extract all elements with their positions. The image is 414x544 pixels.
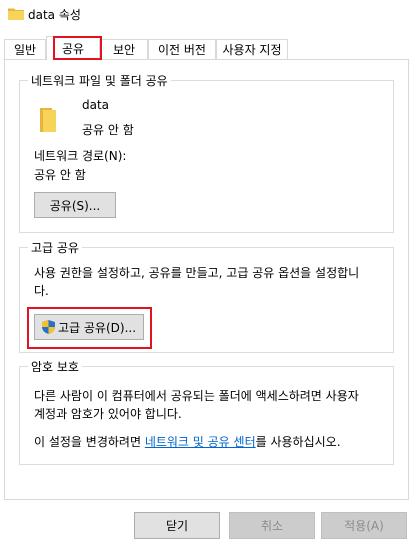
- password-group-title: 암호 보호: [28, 358, 82, 375]
- password-line3-suffix: 를 사용하십시오.: [255, 435, 341, 449]
- advanced-share-group-title: 고급 공유: [28, 239, 82, 256]
- folder-name: data: [82, 98, 110, 112]
- network-share-group-title: 네트워크 파일 및 폴더 공유: [28, 72, 171, 89]
- advanced-share-description-line2: 다.: [34, 284, 49, 298]
- share-status: 공유 안 함: [82, 123, 134, 137]
- cancel-button[interactable]: 취소: [229, 512, 315, 539]
- network-sharing-center-link[interactable]: 네트워크 및 공유 센터: [145, 435, 256, 449]
- network-path-label: 네트워크 경로(N):: [34, 149, 127, 163]
- tab-customize[interactable]: 사용자 지정: [216, 39, 288, 59]
- advanced-share-group: 고급 공유 사용 권한을 설정하고, 공유를 만들고, 고급 공유 옵션을 설정…: [19, 239, 394, 353]
- password-description-line1: 다른 사람이 이 컴퓨터에서 공유되는 폴더에 액세스하려면 사용자: [34, 389, 359, 403]
- title-bar: data 속성: [0, 0, 414, 28]
- network-share-group: 네트워크 파일 및 폴더 공유 data 공유 안 함 네트워크 경로(N): …: [19, 72, 394, 233]
- advanced-share-highlight-box: [27, 307, 152, 349]
- password-protection-group: 암호 보호 다른 사람이 이 컴퓨터에서 공유되는 폴더에 액세스하려면 사용자…: [19, 358, 394, 465]
- sharing-panel: 네트워크 파일 및 폴더 공유 data 공유 안 함 네트워크 경로(N): …: [4, 59, 409, 500]
- tab-previous-versions[interactable]: 이전 버전: [148, 39, 216, 59]
- folder-icon: [8, 8, 24, 20]
- tab-bar: 일반 공유 보안 이전 버전 사용자 지정: [0, 36, 414, 60]
- tab-security[interactable]: 보안: [100, 39, 148, 59]
- password-description-line2: 계정과 암호가 있어야 합니다.: [34, 407, 182, 421]
- folder-icon: [40, 108, 56, 132]
- tab-highlight-box: [53, 36, 102, 60]
- share-button[interactable]: 공유(S)...: [34, 192, 116, 218]
- advanced-share-description-line1: 사용 권한을 설정하고, 공유를 만들고, 고급 공유 옵션을 설정합니: [34, 266, 360, 280]
- password-description-line3: 이 설정을 변경하려면 네트워크 및 공유 센터를 사용하십시오.: [34, 433, 341, 450]
- tab-general[interactable]: 일반: [4, 39, 46, 59]
- close-button[interactable]: 닫기: [134, 512, 220, 539]
- window-title: data 속성: [28, 8, 81, 22]
- apply-button[interactable]: 적용(A): [321, 512, 407, 539]
- network-path-value: 공유 안 함: [34, 168, 86, 182]
- password-line3-prefix: 이 설정을 변경하려면: [34, 435, 145, 449]
